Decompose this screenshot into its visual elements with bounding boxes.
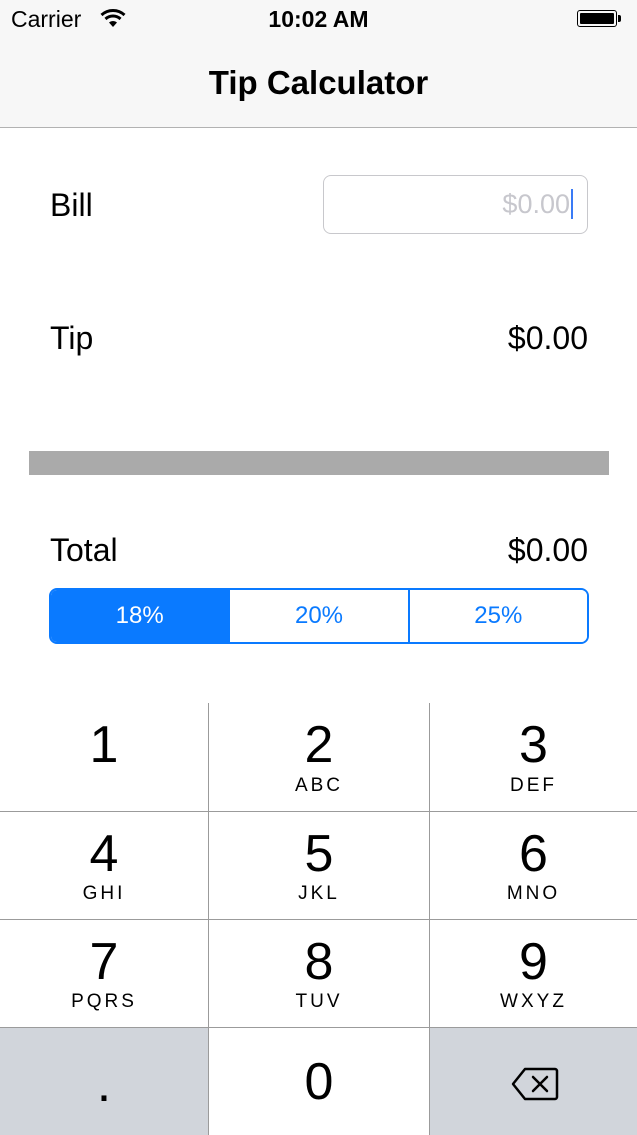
key-letters: WXYZ (500, 991, 567, 1012)
key-letters: JKL (298, 883, 340, 904)
bill-placeholder: $0.00 (502, 189, 570, 219)
battery-icon (577, 10, 621, 29)
key-9[interactable]: 9 WXYZ (430, 920, 637, 1027)
key-2[interactable]: 2 ABC (209, 703, 429, 811)
tip-option-18[interactable]: 18% (51, 590, 229, 642)
key-digit: 5 (304, 825, 334, 883)
key-4[interactable]: 4 GHI (0, 812, 208, 919)
key-letters: TUV (295, 991, 343, 1012)
key-6[interactable]: 6 MNO (430, 812, 637, 919)
key-7[interactable]: 7 PQRS (0, 920, 208, 1027)
key-letters: PQRS (71, 991, 137, 1012)
keypad-divider (0, 811, 637, 812)
key-digit: 9 (519, 933, 548, 991)
status-bar: Carrier 10:02 AM (0, 0, 637, 40)
key-digit: 1 (89, 716, 119, 774)
key-letters: MNO (506, 883, 561, 904)
keypad-divider (0, 1027, 637, 1028)
key-digit: . (96, 1055, 112, 1113)
tip-option-20[interactable]: 20% (228, 590, 408, 642)
key-3[interactable]: 3 DEF (430, 703, 637, 811)
backspace-icon (511, 1067, 559, 1101)
key-digit: 8 (304, 933, 334, 991)
key-5[interactable]: 5 JKL (209, 812, 429, 919)
key-letters: ABC (294, 775, 344, 796)
key-digit: 2 (304, 716, 334, 774)
total-label: Total (50, 532, 118, 568)
key-decimal[interactable]: . (0, 1028, 208, 1135)
total-value: $0.00 (507, 532, 588, 568)
key-8[interactable]: 8 TUV (209, 920, 429, 1027)
key-1[interactable]: 1 (0, 703, 208, 811)
key-digit: 7 (89, 933, 119, 991)
key-letters: GHI (82, 883, 126, 904)
tip-value: $0.00 (507, 320, 588, 356)
keypad-divider (0, 919, 637, 920)
navigation-bar: Tip Calculator (0, 40, 637, 128)
key-digit: 6 (519, 825, 548, 883)
tip-option-25[interactable]: 25% (407, 590, 587, 642)
key-letters: DEF (510, 775, 557, 796)
key-backspace[interactable] (430, 1028, 637, 1135)
bill-label: Bill (50, 187, 93, 223)
page-title: Tip Calculator (208, 64, 429, 101)
key-digit: 0 (304, 1053, 334, 1111)
status-time: 10:02 AM (268, 6, 369, 32)
tip-percentage-control[interactable]: 18% 20% 25% (49, 588, 589, 644)
separator-bar (29, 451, 609, 475)
tip-label: Tip (50, 320, 94, 356)
text-cursor (571, 189, 573, 219)
bill-input[interactable]: $0.00 (323, 175, 588, 234)
key-0[interactable]: 0 (209, 1028, 429, 1135)
key-digit: 4 (89, 825, 119, 883)
numeric-keypad: 1 2 ABC 3 DEF 4 GHI 5 JKL 6 MNO 7 PQRS 8… (0, 703, 637, 1135)
key-digit: 3 (519, 716, 548, 774)
